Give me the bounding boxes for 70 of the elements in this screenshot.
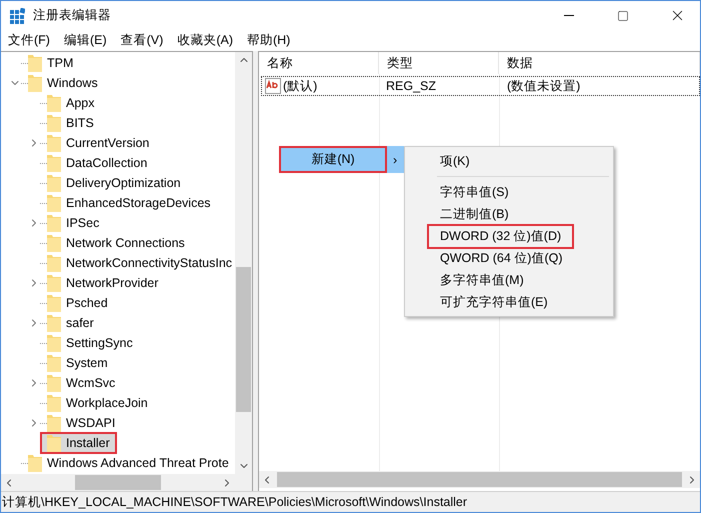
column-header[interactable]: 数据 — [499, 52, 700, 74]
folder-icon — [28, 454, 42, 472]
tree-item[interactable]: System — [28, 353, 111, 373]
menu-item[interactable]: 帮助(H) — [242, 30, 296, 50]
menu-item[interactable]: 编辑(E) — [58, 30, 112, 50]
tree-item[interactable]: WSDAPI — [28, 413, 118, 433]
tree-item[interactable]: Network Connections — [28, 233, 188, 253]
status-bar: 计算机\HKEY_LOCAL_MACHINE\SOFTWARE\Policies\Microsoft\Windows\Installer — [1, 491, 700, 512]
tree-item[interactable]: CurrentVersion — [28, 133, 152, 153]
folder-icon — [47, 154, 61, 172]
folder-icon — [47, 234, 61, 252]
horizontal-scrollbar[interactable] — [259, 471, 700, 488]
menu-item[interactable]: 文件(F) — [3, 30, 55, 50]
tree-item[interactable]: BITS — [28, 113, 97, 133]
tree-item[interactable]: DataCollection — [28, 153, 150, 173]
folder-icon — [47, 374, 61, 392]
folder-icon — [47, 254, 61, 272]
tree-item[interactable]: NetworkConnectivityStatusInc — [28, 253, 235, 273]
menu-item[interactable]: 查看(V) — [116, 30, 168, 50]
submenu-item[interactable]: 字符串值(S) — [407, 181, 611, 203]
submenu-item[interactable]: 项(K) — [407, 150, 611, 172]
tree-item[interactable]: Windows Advanced Threat Prote — [9, 453, 232, 473]
folder-icon — [47, 94, 61, 112]
folder-icon — [47, 134, 61, 152]
horizontal-scrollbar[interactable] — [1, 474, 235, 491]
folder-icon — [47, 114, 61, 132]
folder-icon — [47, 314, 61, 332]
submenu-item[interactable]: 可扩充字符串值(E) — [407, 291, 611, 313]
tree-item[interactable]: Psched — [28, 293, 111, 313]
tree-item[interactable]: EnhancedStorageDevices — [28, 193, 214, 213]
folder-icon — [28, 74, 42, 92]
folder-icon — [47, 274, 61, 292]
value-row[interactable]: (默认) REG_SZ (数值未设置) — [261, 76, 700, 96]
tree-item[interactable]: WorkplaceJoin — [28, 393, 151, 413]
folder-icon — [47, 174, 61, 192]
submenu-item[interactable]: 二进制值(B) — [407, 203, 611, 225]
tree-item[interactable]: DeliveryOptimization — [28, 173, 184, 193]
registry-icon — [9, 8, 25, 24]
menu-item[interactable]: 收藏夹(A) — [172, 30, 238, 50]
submenu-item[interactable]: QWORD (64 位)值(Q) — [407, 247, 611, 269]
value-name: (默认) — [283, 78, 318, 94]
folder-icon — [47, 354, 61, 372]
window-title: 注册表编辑器 — [33, 7, 112, 24]
folder-icon — [47, 294, 61, 312]
tree-item[interactable]: TPM — [9, 53, 76, 73]
tree-item[interactable]: IPSec — [28, 213, 102, 233]
tree-item[interactable]: WcmSvc — [28, 373, 118, 393]
context-menu-item[interactable]: 新建(N) › — [279, 146, 404, 173]
vertical-scrollbar[interactable] — [235, 52, 252, 474]
string-value-icon — [265, 78, 281, 94]
folder-icon — [47, 194, 61, 212]
value-type: REG_SZ — [386, 79, 436, 93]
column-header[interactable]: 类型 — [379, 52, 499, 74]
folder-icon — [47, 334, 61, 352]
tree-item[interactable]: Appx — [28, 93, 98, 113]
submenu-item[interactable]: 多字符串值(M) — [407, 269, 611, 291]
submenu-item[interactable]: DWORD (32 位)值(D) — [407, 225, 611, 247]
folder-icon — [47, 434, 61, 452]
tree-item[interactable]: safer — [28, 313, 97, 333]
tree-item[interactable]: NetworkProvider — [28, 273, 162, 293]
tree-item[interactable]: SettingSync — [28, 333, 136, 353]
column-header[interactable]: 名称 — [259, 52, 379, 74]
folder-icon — [28, 54, 42, 72]
folder-icon — [47, 214, 61, 232]
folder-icon — [47, 394, 61, 412]
value-data: (数值未设置) — [507, 78, 580, 94]
minimize-icon — [564, 15, 574, 16]
tree-item[interactable]: Windows — [9, 73, 101, 93]
maximize-icon — [617, 10, 629, 22]
folder-icon — [47, 414, 61, 432]
